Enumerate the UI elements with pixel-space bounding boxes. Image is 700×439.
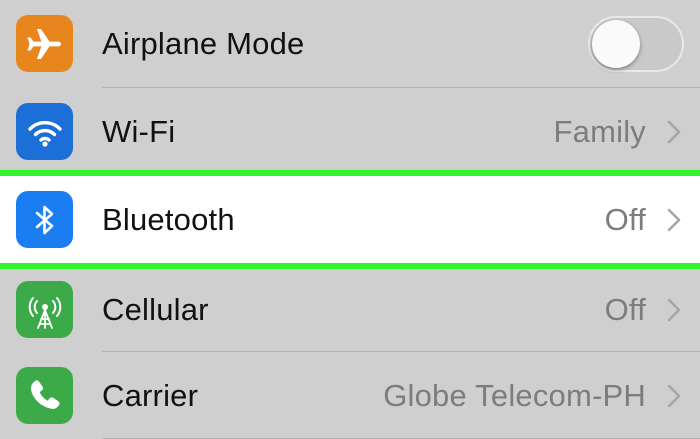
wifi-label: Wi-Fi: [102, 113, 176, 149]
wifi-icon: [16, 103, 73, 160]
bluetooth-status-value: Off: [604, 201, 646, 237]
wifi-network-value: Family: [553, 113, 646, 149]
airplane-mode-label: Airplane Mode: [102, 25, 305, 61]
settings-row-wifi[interactable]: Wi-Fi Family: [0, 88, 700, 175]
bluetooth-icon: [16, 191, 73, 248]
cellular-antenna-icon: [16, 281, 73, 338]
toggle-knob: [592, 19, 640, 68]
airplane-icon: [16, 15, 73, 72]
settings-row-cellular[interactable]: Cellular Off: [0, 269, 700, 350]
settings-row-carrier[interactable]: Carrier Globe Telecom-PH: [0, 352, 700, 439]
settings-row-airplane-mode[interactable]: Airplane Mode: [0, 0, 700, 87]
cellular-status-value: Off: [604, 291, 646, 327]
chevron-right-icon: [667, 208, 681, 231]
carrier-label: Carrier: [102, 377, 199, 413]
settings-list: Airplane Mode Wi-Fi Family Bluetooth Off…: [0, 0, 700, 439]
airplane-mode-toggle[interactable]: [588, 15, 684, 72]
chevron-right-icon: [667, 120, 681, 143]
settings-row-bluetooth[interactable]: Bluetooth Off: [0, 170, 700, 269]
chevron-right-icon: [667, 384, 681, 407]
bluetooth-label: Bluetooth: [102, 201, 235, 237]
phone-icon: [16, 367, 73, 424]
chevron-right-icon: [667, 298, 681, 321]
carrier-name-value: Globe Telecom-PH: [383, 377, 646, 413]
cellular-label: Cellular: [102, 291, 209, 327]
